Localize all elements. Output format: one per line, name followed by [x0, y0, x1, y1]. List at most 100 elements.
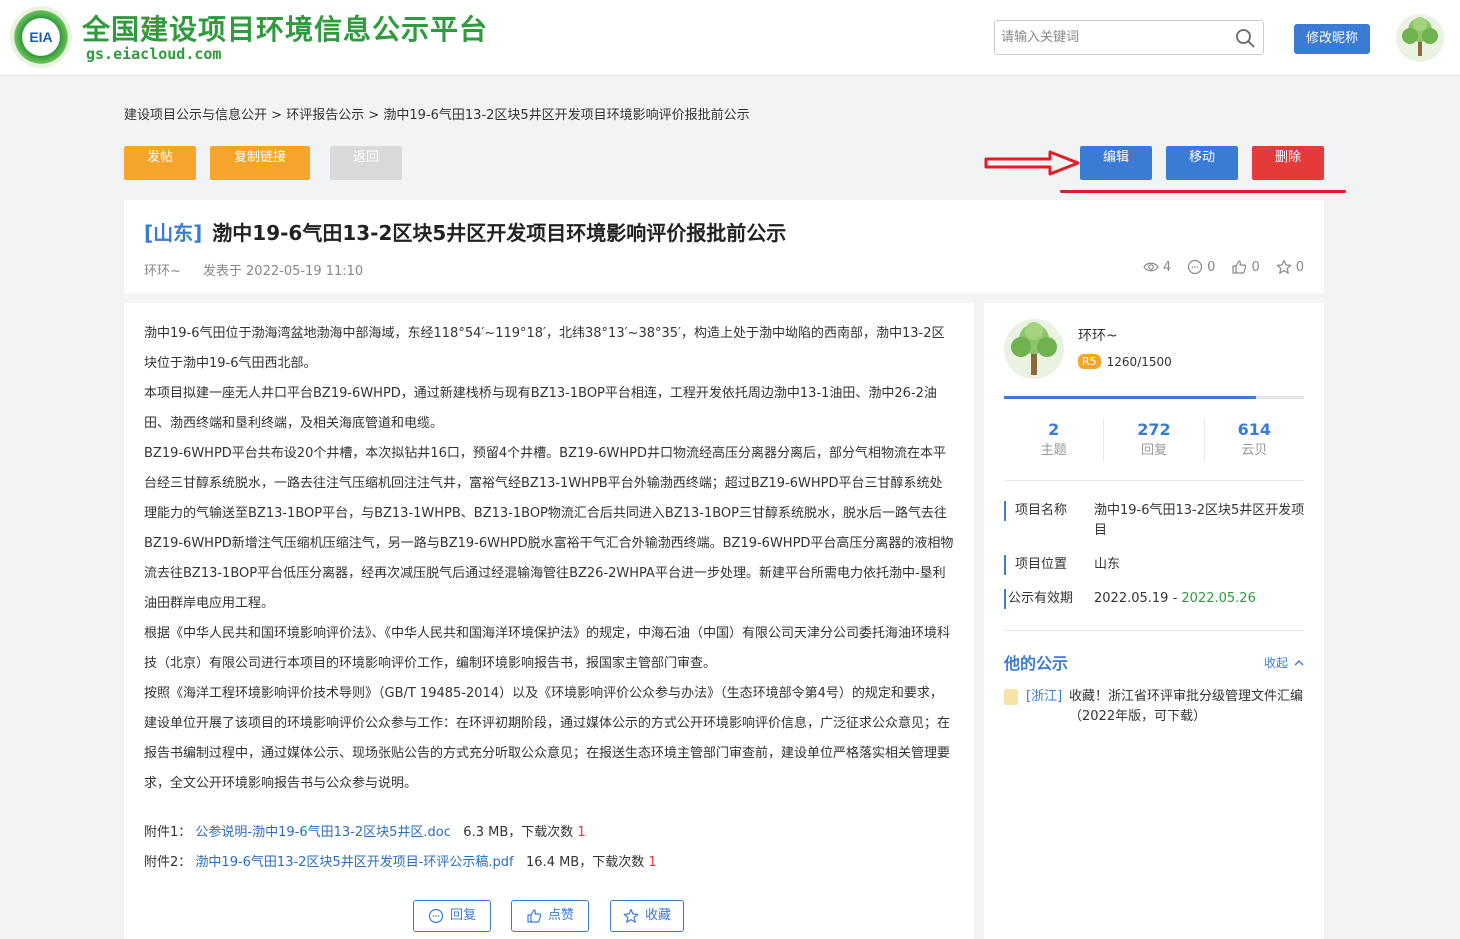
attachment-link[interactable]: 公参说明-渤中19-6气田13-2区块5井区.doc — [195, 825, 450, 840]
level-points: 1260/1500 — [1106, 354, 1172, 369]
comments-count: 0 — [1207, 259, 1216, 275]
attachment-size: 16.4 MB，下载次数 — [526, 855, 645, 870]
post-button[interactable]: 发帖 — [124, 146, 196, 180]
post-title-text: 渤中19-6气田13-2区块5井区开发项目环境影响评价报批前公示 — [212, 221, 787, 245]
period-separator: - — [1168, 591, 1182, 606]
breadcrumb-separator: > — [271, 108, 283, 123]
search-icon[interactable] — [1235, 28, 1255, 48]
author-name[interactable]: 环环~ — [1078, 325, 1118, 345]
post-region-tag[interactable]: [山东] — [144, 221, 202, 245]
breadcrumb: 建设项目公示与信息公开 > 环评报告公示 > 渤中19-6气田13-2区块5井区… — [124, 104, 750, 123]
breadcrumb-item-3[interactable]: 渤中19-6气田13-2区块5井区开发项目环境影响评价报批前公示 — [383, 108, 749, 123]
collapse-label: 收起 — [1263, 656, 1288, 670]
content-paragraph: 根据《中华人民共和国环境影响评价法》、《中华人民共和国海洋环境保护法》的规定，中… — [144, 626, 951, 671]
delete-button[interactable]: 删除 — [1252, 146, 1324, 180]
attachment-link[interactable]: 渤中19-6气田13-2区块5井区开发项目-环评公示稿.pdf — [195, 855, 513, 870]
search-input[interactable] — [995, 21, 1225, 54]
comment-icon — [1188, 259, 1203, 275]
level-progress-fill — [1004, 396, 1256, 399]
attachment-row: 附件1： 公参说明-渤中19-6气田13-2区块5井区.doc 6.3 MB，下… — [144, 821, 586, 840]
post-author[interactable]: 环环~ — [144, 264, 181, 279]
level-progress — [1004, 396, 1304, 399]
period-start: 2022.05.19 — [1094, 591, 1169, 606]
favorite-label: 收藏 — [644, 908, 671, 923]
edit-nickname-button[interactable]: 修改昵称 — [1294, 24, 1370, 54]
attachment-row: 附件2： 渤中19-6气田13-2区块5井区开发项目-环评公示稿.pdf 16.… — [144, 851, 657, 870]
post-stats: 4 0 0 0 — [1143, 259, 1304, 275]
info-key: 项目位置 — [1004, 555, 1067, 575]
info-value: 渤中19-6气田13-2区块5井区开发项目 — [1094, 503, 1305, 538]
like-button[interactable]: 点赞 — [511, 900, 589, 932]
attachment-downloads: 1 — [577, 825, 586, 840]
content-paragraph: 按照《海洋工程环境影响评价技术导则》（GB/T 19485-2014）以及《环境… — [144, 686, 951, 791]
author-avatar[interactable] — [1004, 319, 1064, 379]
logo-text: EIA — [26, 26, 56, 48]
post-title: [山东] 渤中19-6气田13-2区块5井区开发项目环境影响评价报批前公示 — [144, 217, 786, 246]
collapse-toggle[interactable]: 收起 — [1264, 654, 1304, 671]
divider — [1004, 630, 1304, 631]
likes-stat: 0 — [1231, 259, 1260, 275]
favorites-count: 0 — [1295, 259, 1304, 275]
copy-link-button[interactable]: 复制链接 — [210, 146, 310, 180]
info-project-location: 项目位置 山东 — [1004, 555, 1304, 575]
breadcrumb-separator: > — [368, 108, 380, 123]
author-level: R5 1260/1500 — [1078, 354, 1172, 369]
reply-button[interactable]: 回复 — [413, 900, 491, 932]
comments-stat: 0 — [1187, 259, 1215, 275]
attachment-downloads: 1 — [648, 855, 657, 870]
thumbs-up-icon — [527, 909, 542, 923]
his-item-region[interactable]: [浙江] — [1026, 687, 1062, 707]
count-coins[interactable]: 614 云贝 — [1205, 419, 1304, 461]
eye-icon — [1143, 262, 1159, 272]
his-item-title[interactable]: 收藏！浙江省环评审批分级管理文件汇编（2022年版，可下载） — [1069, 687, 1304, 727]
count-value: 2 — [1048, 420, 1060, 439]
site-header: EIA 全国建设项目环境信息公示平台 gs.eiacloud.com 修改昵称 — [0, 0, 1460, 76]
likes-count: 0 — [1251, 259, 1260, 275]
info-project-name: 项目名称 渤中19-6气田13-2区块5井区开发项目 — [1004, 501, 1304, 543]
info-value: 山东 — [1094, 557, 1121, 572]
favorites-stat: 0 — [1276, 259, 1304, 275]
site-title[interactable]: 全国建设项目环境信息公示平台 — [82, 8, 488, 48]
count-topics[interactable]: 2 主题 — [1004, 419, 1105, 461]
breadcrumb-item-1[interactable]: 建设项目公示与信息公开 — [124, 108, 267, 123]
attachment-label: 附件2： — [144, 855, 192, 870]
reply-label: 回复 — [449, 908, 476, 923]
content-paragraph: 渤中19-6气田位于渤海湾盆地渤海中部海域，东经118°54′~119°18′，… — [144, 326, 945, 371]
info-value: 2022.05.19 - 2022.05.26 — [1094, 589, 1306, 609]
post-date: 发表于 2022-05-19 11:10 — [202, 264, 364, 279]
star-icon — [1276, 259, 1292, 274]
count-label: 云贝 — [1241, 443, 1268, 458]
info-key: 项目名称 — [1004, 501, 1067, 521]
user-avatar[interactable] — [1396, 14, 1444, 62]
favorite-button[interactable]: 收藏 — [610, 900, 684, 932]
count-label: 主题 — [1040, 443, 1067, 458]
content-paragraph: 本项目拟建一座无人井口平台BZ19-6WHPD，通过新建栈桥与现有BZ13-1B… — [144, 386, 937, 431]
views-stat: 4 — [1143, 259, 1171, 275]
post-meta: 环环~ 发表于 2022-05-19 11:10 — [144, 260, 363, 279]
breadcrumb-item-2[interactable]: 环评报告公示 — [286, 108, 364, 123]
thumbs-up-icon — [1232, 260, 1247, 274]
count-label: 回复 — [1140, 443, 1167, 458]
divider — [1004, 480, 1304, 481]
chevron-up-icon — [1294, 659, 1304, 665]
author-sidebar: 环环~ R5 1260/1500 2 主题 272 回复 614 云贝 项目名称… — [984, 303, 1324, 939]
edit-button[interactable]: 编辑 — [1080, 146, 1152, 180]
attachment-size: 6.3 MB，下载次数 — [463, 825, 574, 840]
document-icon — [1004, 689, 1018, 705]
level-badge: R5 — [1078, 354, 1101, 369]
red-arrow-annotation-icon — [984, 150, 1080, 176]
like-label: 点赞 — [547, 908, 574, 923]
tree-avatar-icon — [1011, 322, 1057, 375]
search-box — [994, 20, 1264, 55]
post-content: 渤中19-6气田位于渤海湾盆地渤海中部海域，东经118°54′~119°18′，… — [144, 319, 954, 799]
red-underline-annotation — [1060, 190, 1346, 193]
info-key: 公示有效期 — [1004, 589, 1073, 609]
count-replies[interactable]: 272 回复 — [1104, 419, 1205, 461]
move-button[interactable]: 移动 — [1166, 146, 1238, 180]
back-button[interactable]: 返回 — [330, 146, 402, 180]
period-end: 2022.05.26 — [1181, 591, 1256, 606]
site-logo[interactable]: EIA — [10, 6, 72, 68]
post-body-card: 渤中19-6气田位于渤海湾盆地渤海中部海域，东经118°54′~119°18′，… — [124, 303, 974, 939]
his-announcements-title: 他的公示 — [1004, 654, 1069, 673]
tree-avatar-icon — [1402, 17, 1438, 56]
